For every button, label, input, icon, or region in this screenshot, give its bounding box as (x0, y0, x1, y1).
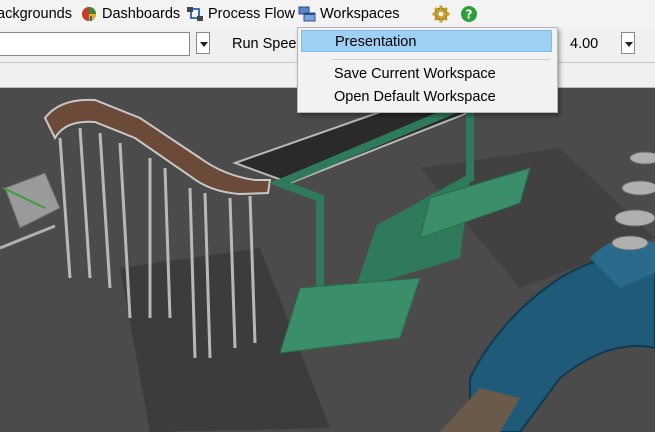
toolbar-dashboards-button[interactable]: Dashboards (80, 0, 180, 28)
help-button[interactable]: ? (460, 0, 482, 28)
menu-item-presentation[interactable]: Presentation (301, 30, 552, 52)
dashboards-icon (82, 7, 96, 21)
menu-item-open-default-workspace[interactable]: Open Default Workspace (301, 86, 552, 108)
3d-scene (0, 88, 655, 432)
toolbar-process-flow-button[interactable]: Process Flow (186, 0, 295, 28)
toolbar-backgrounds-button[interactable]: ackgrounds (0, 0, 72, 28)
main-toolbar: ackgrounds Dashboards Process Flow Works… (0, 0, 655, 28)
run-speed-dropdown-button[interactable] (621, 32, 635, 54)
workspaces-icon (298, 6, 316, 22)
toolbar-dashboards-label: Dashboards (102, 6, 181, 22)
toolbar-workspaces-label: Workspaces (320, 6, 400, 22)
3d-model-viewport[interactable] (0, 88, 655, 432)
menu-item-save-current-workspace[interactable]: Save Current Workspace (301, 63, 552, 85)
menu-separator (332, 59, 550, 60)
object-selector-dropdown-button[interactable] (196, 32, 210, 54)
toolbar-workspaces-button[interactable]: Workspaces (298, 0, 400, 28)
toolbar-backgrounds-label: ackgrounds (0, 6, 72, 22)
svg-text:?: ? (466, 8, 473, 22)
toolbar-process-flow-label: Process Flow (208, 6, 296, 22)
run-speed-value[interactable]: 4.00 (570, 36, 598, 52)
settings-button[interactable] (432, 0, 454, 28)
process-flow-icon (187, 7, 203, 21)
workspaces-menu: Presentation Save Current Workspace Open… (297, 27, 558, 113)
help-icon: ? (461, 6, 477, 22)
run-speed-label: Run Speed (232, 36, 305, 52)
object-selector-combobox[interactable] (0, 32, 190, 56)
settings-icon (432, 5, 450, 23)
